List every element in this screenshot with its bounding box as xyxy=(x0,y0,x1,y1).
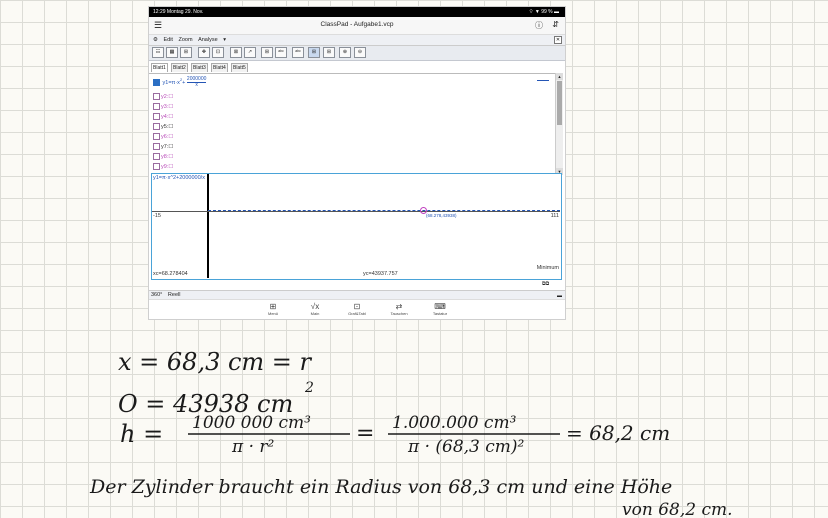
note-equals: = xyxy=(356,421,374,446)
note-line-surface-exponent: 2 xyxy=(304,380,314,396)
note-h-equals: h = xyxy=(120,420,163,448)
fraction1-denominator: π · r² xyxy=(231,437,275,457)
note-sentence-2: von 68,2 cm. xyxy=(622,500,733,518)
note-sentence-1: Der Zylinder braucht ein Radius von 68,3… xyxy=(89,476,672,498)
fraction2-numerator: 1.000.000 cm³ xyxy=(392,413,517,433)
note-result: = 68,2 cm xyxy=(566,421,670,445)
fraction1-numerator: 1000 000 cm³ xyxy=(192,413,311,433)
fraction2-denominator: π · (68,3 cm)² xyxy=(407,437,525,457)
handwritten-notes: x = 68,3 cm = r O = 43938 cm 2 h = 1000 … xyxy=(89,348,733,518)
note-line-x: x = 68,3 cm = r xyxy=(118,348,313,376)
